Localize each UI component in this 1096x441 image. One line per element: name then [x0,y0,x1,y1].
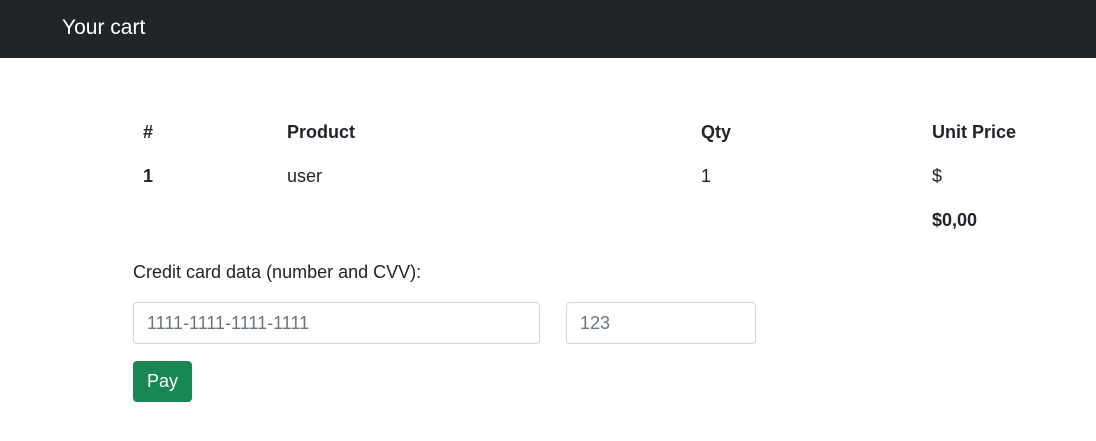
cvv-input[interactable] [566,302,756,344]
total-spacer [287,198,701,242]
column-header-product: Product [287,121,356,142]
table-row: 1 user 1 $ [133,154,1033,198]
total-spacer [701,198,932,242]
row-unit-price: $ [932,165,943,186]
column-header-number: # [143,121,154,142]
row-qty: 1 [701,165,712,186]
credit-card-label: Credit card data (number and CVV): [133,262,422,282]
total-row: $0,00 [133,198,1033,242]
column-header-qty: Qty [701,121,732,142]
cart-table: # Product Qty Unit Price 1 user 1 $ $0,0… [133,110,1033,242]
table-header-row: # Product Qty Unit Price [133,110,1033,154]
pay-button[interactable]: Pay [133,361,192,402]
total-spacer [133,198,287,242]
cart-total: $0,00 [932,209,978,230]
column-header-unit-price: Unit Price [932,121,1017,142]
row-product: user [287,165,323,186]
card-number-input[interactable] [133,302,540,344]
navbar: Your cart [0,0,1096,58]
page-title: Your cart [62,16,146,39]
row-number: 1 [143,165,154,186]
